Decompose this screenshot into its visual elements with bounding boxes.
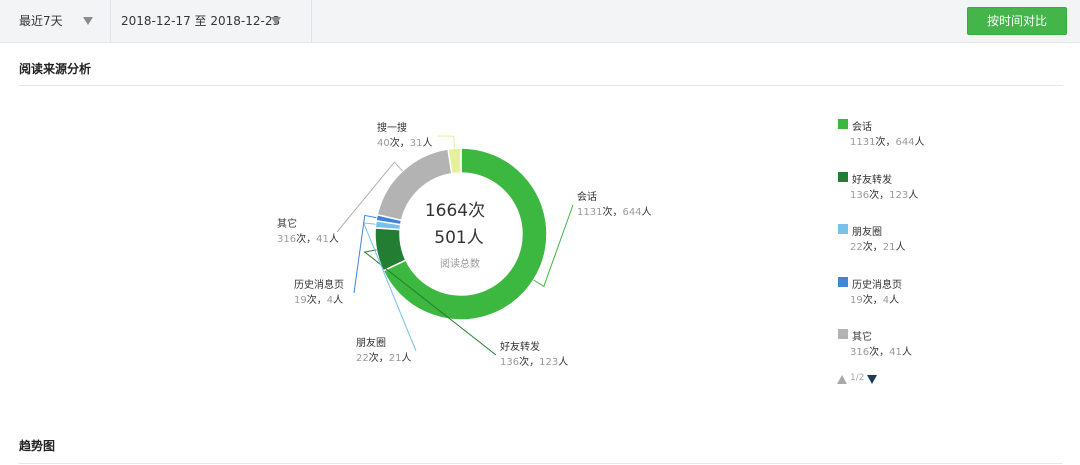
legend-swatch bbox=[838, 329, 848, 339]
filter-toolbar: 最近7天 2018-12-17 至 2018-12-23 按时间对比 bbox=[0, 0, 1080, 43]
legend-name: 其它 bbox=[852, 332, 872, 343]
legend-stats: 19次，4人 bbox=[850, 294, 900, 306]
legend-stats: 1131次，644人 bbox=[850, 137, 925, 148]
section-title-trend: 趋势图 bbox=[19, 439, 56, 453]
slice-label-name: 会话 bbox=[577, 190, 597, 203]
caret-down-icon bbox=[271, 17, 281, 25]
triangle-up-icon[interactable] bbox=[837, 375, 847, 384]
legend-stats: 316次，41人 bbox=[850, 347, 912, 358]
slice-label-stats: 40次，31人 bbox=[377, 136, 432, 149]
slice-label-name: 搜一搜 bbox=[377, 121, 407, 134]
slice-label-stats: 22次，21人 bbox=[356, 351, 411, 364]
period-dropdown[interactable]: 最近7天 bbox=[0, 0, 111, 42]
legend-stats: 136次，123人 bbox=[850, 189, 919, 201]
period-dropdown-label: 最近7天 bbox=[19, 14, 63, 28]
legend-name: 好友转发 bbox=[852, 174, 892, 186]
date-range-label: 2018-12-17 至 2018-12-23 bbox=[121, 14, 281, 28]
slice-label-name: 朋友圈 bbox=[356, 336, 386, 349]
slice-label-stats: 1131次，644人 bbox=[577, 205, 652, 218]
legend-swatch bbox=[838, 224, 848, 234]
center-total-users: 501人 bbox=[434, 228, 483, 248]
slice-label-name: 历史消息页 bbox=[294, 278, 344, 291]
legend-page-indicator: 1/2 bbox=[850, 373, 865, 383]
section-divider bbox=[19, 85, 1063, 86]
center-caption: 阅读总数 bbox=[440, 257, 480, 270]
center-total-reads: 1664次 bbox=[425, 201, 485, 221]
caret-down-icon bbox=[83, 17, 93, 25]
section-divider bbox=[19, 463, 1063, 464]
legend-name: 会话 bbox=[852, 122, 872, 133]
slice-label-name: 好友转发 bbox=[500, 340, 540, 353]
slice-label-stats: 19次，4人 bbox=[294, 293, 343, 306]
triangle-down-icon[interactable] bbox=[867, 375, 877, 384]
slice-label-name: 其它 bbox=[277, 217, 297, 230]
legend-swatch bbox=[838, 276, 848, 287]
legend-swatch bbox=[838, 171, 848, 182]
slice-label-stats: 136次，123人 bbox=[500, 355, 568, 368]
leader-line bbox=[436, 135, 456, 149]
compare-by-time-button[interactable]: 按时间对比 bbox=[967, 7, 1067, 35]
legend-name: 历史消息页 bbox=[852, 279, 902, 291]
legend-swatch bbox=[838, 119, 848, 129]
legend-stats: 22次，21人 bbox=[850, 242, 906, 253]
date-range-dropdown[interactable]: 2018-12-17 至 2018-12-23 bbox=[111, 0, 312, 42]
read-source-donut-chart: 会话 1131次，644人好友转发 136次，123人 朋友圈 22次，21人 历史消息页… bbox=[277, 121, 652, 368]
slice-label-stats: 316次，41人 bbox=[277, 232, 339, 245]
legend-name: 朋友圈 bbox=[852, 227, 882, 238]
section-title-source-analysis: 阅读来源分析 bbox=[19, 62, 92, 76]
